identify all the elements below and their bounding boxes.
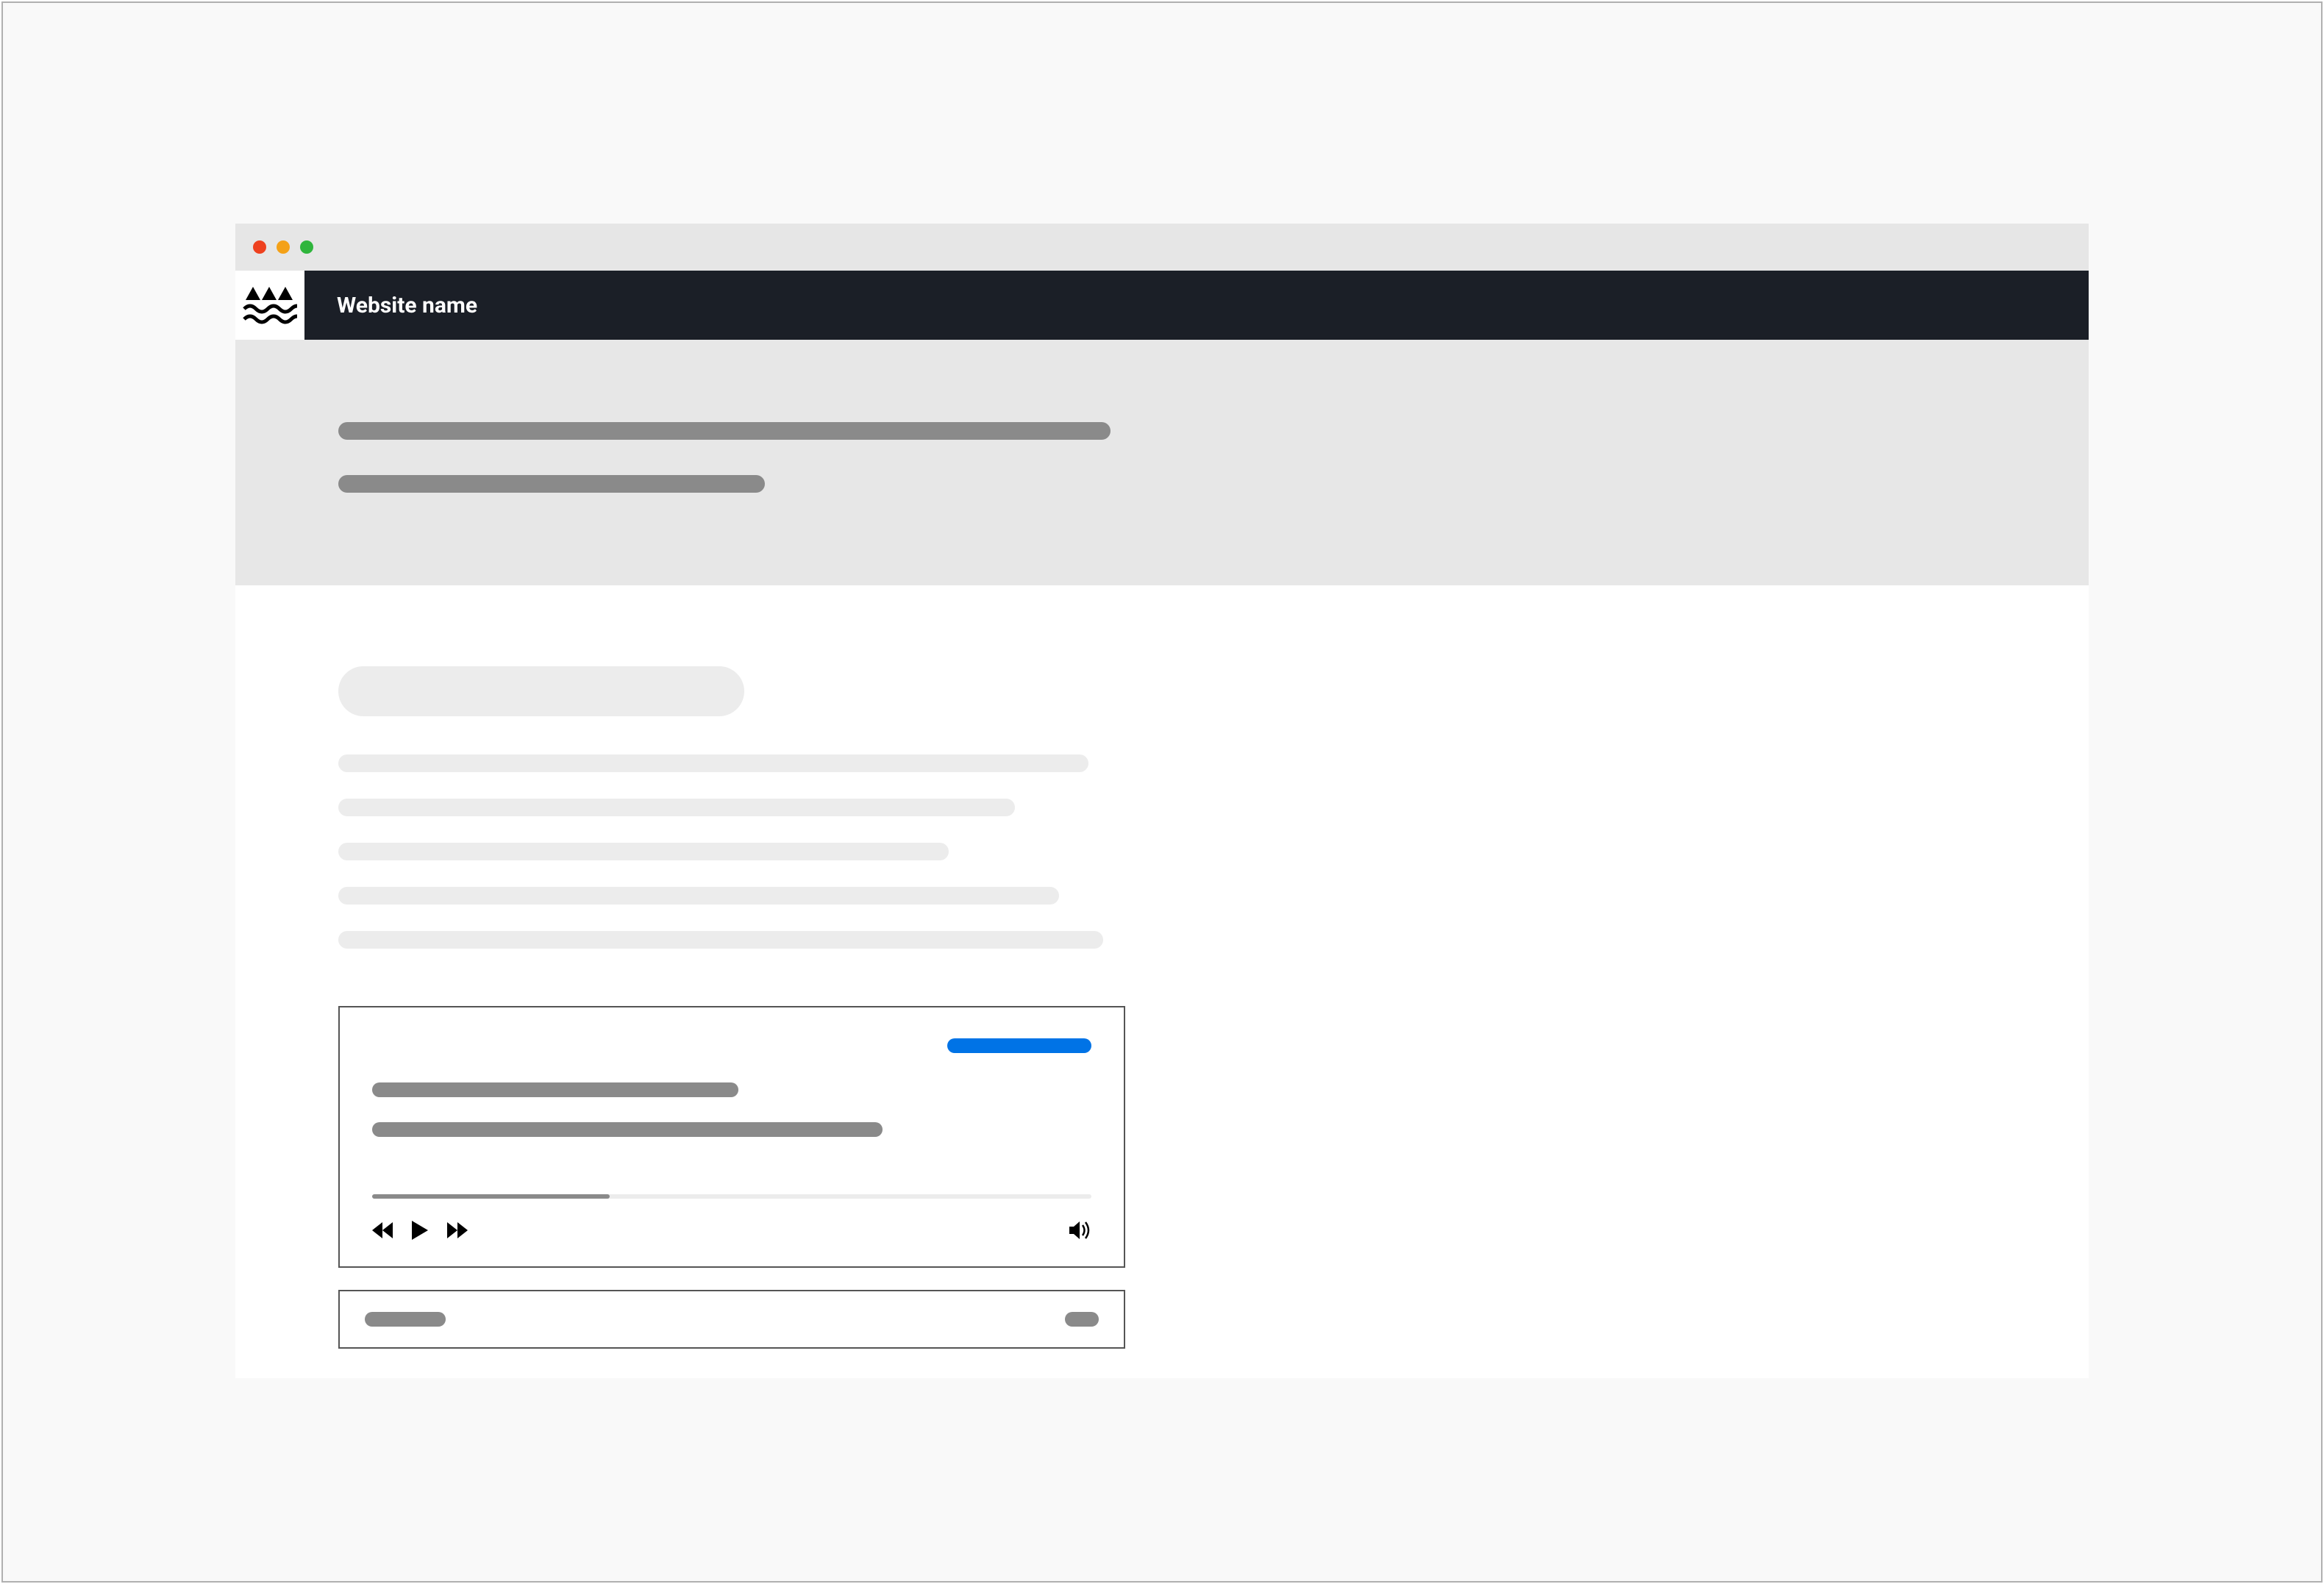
minimize-icon[interactable] — [277, 240, 290, 254]
rewind-icon — [372, 1222, 393, 1238]
content-line-placeholder — [338, 799, 1015, 816]
audio-progress-track[interactable] — [372, 1194, 1091, 1199]
accordion-label-placeholder — [365, 1312, 446, 1327]
hero-heading-placeholder — [338, 422, 1111, 440]
content-line-placeholder — [338, 843, 949, 860]
audio-top-row — [372, 1038, 1091, 1053]
play-icon — [412, 1221, 428, 1240]
site-logo[interactable] — [235, 271, 304, 340]
rewind-button[interactable] — [372, 1222, 393, 1238]
volume-button[interactable] — [1069, 1221, 1091, 1240]
audio-subtitle-placeholder — [372, 1122, 883, 1137]
forward-icon — [447, 1222, 468, 1238]
accordion-meta-placeholder — [1065, 1312, 1099, 1327]
volume-icon — [1069, 1221, 1091, 1240]
content-line-placeholder — [338, 887, 1059, 905]
content-line-placeholder — [338, 754, 1088, 772]
close-icon[interactable] — [253, 240, 266, 254]
forward-button[interactable] — [447, 1222, 468, 1238]
audio-player-card — [338, 1006, 1125, 1268]
hero-subheading-placeholder — [338, 475, 765, 493]
site-name: Website name — [337, 293, 477, 318]
audio-controls — [372, 1221, 1091, 1240]
audio-progress-fill — [372, 1194, 610, 1199]
audio-action-link-placeholder[interactable] — [947, 1038, 1091, 1053]
content-line-placeholder — [338, 931, 1103, 949]
accordion-row[interactable] — [338, 1290, 1125, 1349]
hero-section — [235, 340, 2089, 585]
play-button[interactable] — [412, 1221, 428, 1240]
audio-title-placeholder — [372, 1082, 738, 1097]
site-header: Website name — [235, 271, 2089, 340]
maximize-icon[interactable] — [300, 240, 313, 254]
playback-controls — [372, 1221, 468, 1240]
canvas-frame: Website name — [1, 1, 2323, 1583]
content-heading-placeholder — [338, 666, 744, 716]
browser-window: Website name — [235, 224, 2089, 1378]
browser-chrome — [235, 224, 2089, 271]
content-section — [235, 585, 2089, 1378]
